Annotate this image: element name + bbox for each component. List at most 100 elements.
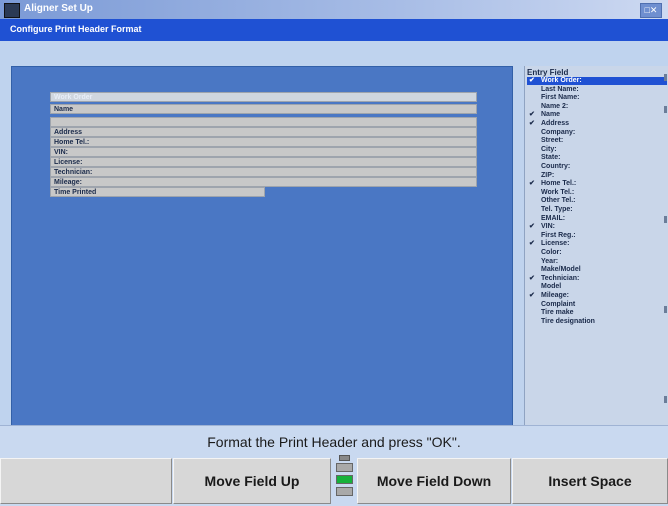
entry-field-label: Color:: [541, 249, 562, 256]
header-field-row[interactable]: Technician:: [50, 167, 477, 177]
checkmark-icon: ✔: [529, 223, 535, 231]
insert-space-button[interactable]: Insert Space: [512, 458, 668, 504]
header-field-label: Home Tel.:: [54, 139, 90, 146]
header-field-label: Name: [54, 106, 74, 113]
header-field-label: Address: [54, 129, 83, 136]
entry-field-label: EMAIL:: [541, 214, 566, 222]
instruction-message: Format the Print Header and press "OK".: [207, 434, 461, 450]
entry-field-label: First Name:: [541, 94, 580, 102]
entry-field-item[interactable]: ZIP:: [527, 172, 667, 180]
entry-field-label: VIN:: [541, 223, 555, 231]
entry-field-item[interactable]: Color:: [527, 249, 667, 257]
entry-field-label: Work Tel.:: [541, 188, 575, 196]
entry-field-list[interactable]: Entry Field ✔ Work Order: Last Name: First …: [524, 66, 668, 425]
header-field-row[interactable]: [50, 117, 477, 127]
header-field-row[interactable]: VIN:: [50, 147, 477, 157]
entry-field-item[interactable]: ✔ Work Order:: [527, 77, 667, 85]
scroll-marker: [664, 396, 667, 403]
entry-field-item[interactable]: Last Name:: [527, 86, 667, 94]
entry-field-item[interactable]: State:: [527, 154, 667, 162]
blank-softkey-button[interactable]: [0, 458, 172, 504]
entry-field-label: Last Name:: [541, 85, 579, 93]
toolbar-spacer: [0, 41, 668, 65]
entry-field-item[interactable]: Tire designation: [527, 318, 667, 326]
entry-field-item[interactable]: Tire make: [527, 309, 667, 317]
header-field-row[interactable]: Home Tel.:: [50, 137, 477, 147]
app-icon: [4, 3, 20, 18]
header-field-row[interactable]: Name: [50, 104, 477, 114]
entry-field-label: Name 2:: [541, 102, 569, 110]
dialog-subtitle: Configure Print Header Format: [10, 24, 142, 34]
entry-field-item[interactable]: Name 2:: [527, 103, 667, 111]
entry-field-label: Address: [541, 120, 570, 127]
entry-field-item[interactable]: ✔ License:: [527, 240, 667, 248]
entry-field-label: Work Order:: [541, 77, 582, 84]
entry-field-label: Tire make: [541, 309, 574, 317]
entry-field-item[interactable]: First Name:: [527, 94, 667, 102]
header-field-label: VIN:: [54, 149, 68, 156]
entry-field-item[interactable]: Tel. Type:: [527, 206, 667, 214]
header-field-label: Work Order: [54, 94, 93, 101]
entry-field-item[interactable]: Year:: [527, 258, 667, 266]
entry-field-label: Complaint: [541, 300, 576, 308]
checkmark-icon: ✔: [529, 111, 535, 119]
scroll-marker: [664, 216, 667, 223]
entry-field-label: License:: [541, 240, 570, 248]
checkmark-icon: ✔: [529, 77, 535, 84]
header-field-label: Time Printed: [54, 189, 97, 196]
checkmark-icon: ✔: [529, 240, 535, 248]
window-controls-icon[interactable]: □✕: [640, 3, 662, 18]
checkmark-icon: ✔: [529, 180, 535, 188]
entry-field-item[interactable]: EMAIL:: [527, 215, 667, 223]
indicator-cap: [339, 455, 350, 461]
scroll-marker: [664, 306, 667, 313]
move-field-up-button[interactable]: Move Field Up: [173, 458, 331, 504]
entry-field-item[interactable]: ✔ VIN:: [527, 223, 667, 231]
header-field-label: Technician:: [54, 169, 93, 176]
window-title: Aligner Set Up: [24, 3, 93, 14]
entry-field-label: Model: [541, 283, 562, 291]
header-field-row[interactable]: Address: [50, 127, 477, 137]
entry-field-label: Country:: [541, 163, 571, 170]
entry-field-item[interactable]: Street:: [527, 137, 667, 145]
entry-field-label: Street:: [541, 137, 564, 145]
entry-field-label: Technician:: [541, 274, 580, 282]
entry-field-item[interactable]: ✔ Technician:: [527, 275, 667, 283]
entry-field-item[interactable]: ✔ Home Tel.:: [527, 180, 667, 188]
checkmark-icon: ✔: [529, 274, 535, 282]
entry-field-item[interactable]: ✔ Name: [527, 111, 667, 119]
entry-field-item[interactable]: Complaint: [527, 301, 667, 309]
move-field-down-button[interactable]: Move Field Down: [357, 458, 511, 504]
header-field-row[interactable]: Mileage:: [50, 177, 477, 187]
entry-field-item[interactable]: Other Tel.:: [527, 197, 667, 205]
header-field-row[interactable]: Time Printed: [50, 187, 265, 197]
indicator-lamp: [336, 463, 353, 472]
entry-field-label: Tire designation: [541, 317, 595, 325]
entry-field-item[interactable]: Country:: [527, 163, 667, 171]
header-field-label: License:: [54, 159, 83, 166]
entry-field-item[interactable]: City:: [527, 146, 667, 154]
scroll-marker: [664, 74, 667, 81]
entry-field-label: ZIP:: [541, 171, 555, 179]
entry-field-label: Other Tel.:: [541, 197, 576, 205]
entry-field-item[interactable]: Company:: [527, 129, 667, 137]
header-field-row[interactable]: Work Order: [50, 92, 477, 102]
scroll-marker: [664, 106, 667, 113]
print-header-preview[interactable]: Work Order Name Address Home Tel.: VIN: Licen…: [11, 66, 513, 427]
header-field-row[interactable]: License:: [50, 157, 477, 167]
entry-field-item[interactable]: First Reg.:: [527, 232, 667, 240]
indicator-lamp: [336, 487, 353, 496]
entry-field-item[interactable]: Model: [527, 283, 667, 291]
entry-field-item[interactable]: Work Tel.:: [527, 189, 667, 197]
entry-field-item[interactable]: ✔ Address: [527, 120, 667, 128]
entry-field-label: Company:: [541, 128, 576, 136]
entry-field-label: Make/Model: [541, 266, 581, 274]
window-title-bar: Aligner Set Up □✕: [0, 0, 668, 19]
entry-field-item[interactable]: ✔ Mileage:: [527, 292, 667, 300]
entry-field-label: Year:: [541, 257, 559, 265]
entry-field-label: Name: [541, 111, 561, 119]
entry-field-label: City:: [541, 145, 557, 153]
entry-field-item[interactable]: Make/Model: [527, 266, 667, 274]
header-field-label: Mileage:: [54, 179, 83, 186]
entry-field-label: State:: [541, 154, 561, 162]
